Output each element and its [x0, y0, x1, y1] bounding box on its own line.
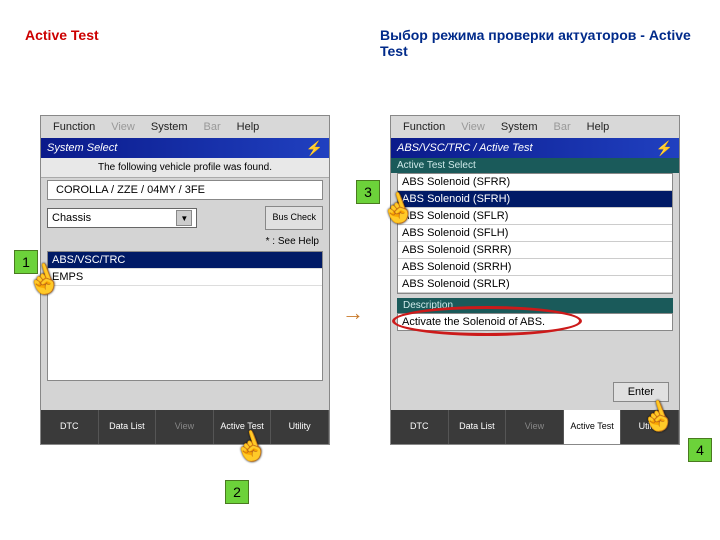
- menu-view: View: [103, 121, 143, 133]
- menu-function[interactable]: Function: [45, 121, 103, 133]
- active-test-select-header: Active Test Select: [391, 158, 679, 173]
- list-item[interactable]: ABS Solenoid (SRRH): [398, 259, 672, 276]
- help-note: * : See Help: [41, 234, 329, 249]
- titlebar-right: ABS/VSC/TRC / Active Test ⚡: [391, 138, 679, 158]
- chevron-down-icon[interactable]: ▼: [176, 210, 192, 226]
- datalist-button[interactable]: Data List: [449, 410, 507, 444]
- description-text: Activate the Solenoid of ABS.: [402, 316, 545, 328]
- menubar: Function View System Bar Help: [41, 116, 329, 138]
- menu-help[interactable]: Help: [229, 121, 268, 133]
- callout-3: 3: [356, 180, 380, 204]
- menu-help[interactable]: Help: [579, 121, 618, 133]
- bolt-icon: ⚡: [656, 140, 673, 157]
- activetest-button[interactable]: Active Test: [564, 410, 622, 444]
- activetest-button[interactable]: Active Test: [214, 410, 272, 444]
- utility-button[interactable]: Utility: [271, 410, 329, 444]
- bus-check-button[interactable]: Bus Check: [265, 206, 323, 230]
- bolt-icon: ⚡: [306, 140, 323, 157]
- menubar: Function View System Bar Help: [391, 116, 679, 138]
- vehicle-profile: COROLLA / ZZE / 04MY / 3FE: [47, 180, 323, 200]
- datalist-button[interactable]: Data List: [99, 410, 157, 444]
- utility-button[interactable]: Utility: [621, 410, 679, 444]
- list-item[interactable]: ABS Solenoid (SRRR): [398, 242, 672, 259]
- title-right: Выбор режима проверки актуаторов - Activ…: [380, 27, 720, 59]
- titlebar-text: System Select: [47, 142, 117, 154]
- enter-button[interactable]: Enter: [613, 382, 669, 402]
- system-combo[interactable]: Chassis ▼: [47, 208, 197, 228]
- active-test-list[interactable]: ABS Solenoid (SFRR) ABS Solenoid (SFRH) …: [397, 173, 673, 294]
- dtc-button[interactable]: DTC: [41, 410, 99, 444]
- list-item[interactable]: ABS Solenoid (SFRH): [398, 191, 672, 208]
- titlebar-text: ABS/VSC/TRC / Active Test: [397, 142, 533, 154]
- list-item[interactable]: ABS Solenoid (SFLH): [398, 225, 672, 242]
- menu-view: View: [453, 121, 493, 133]
- right-device: Function View System Bar Help ABS/VSC/TR…: [390, 115, 680, 445]
- view-button: View: [156, 410, 214, 444]
- arrow-icon: →: [342, 300, 364, 326]
- menu-bar: Bar: [196, 121, 229, 133]
- list-item[interactable]: EMPS: [48, 269, 322, 286]
- description-header: Description: [397, 298, 673, 313]
- title-left: Active Test: [25, 27, 99, 43]
- callout-4: 4: [688, 438, 712, 462]
- dtc-button[interactable]: DTC: [391, 410, 449, 444]
- subtitle: The following vehicle profile was found.: [41, 158, 329, 178]
- left-device: Function View System Bar Help System Sel…: [40, 115, 330, 445]
- list-item[interactable]: ABS Solenoid (SFLR): [398, 208, 672, 225]
- combo-value: Chassis: [52, 212, 91, 224]
- list-item[interactable]: ABS Solenoid (SRLR): [398, 276, 672, 293]
- list-item[interactable]: ABS/VSC/TRC: [48, 252, 322, 269]
- menu-bar: Bar: [546, 121, 579, 133]
- callout-2: 2: [225, 480, 249, 504]
- bottom-bar: DTC Data List View Active Test Utility: [41, 410, 329, 444]
- list-item[interactable]: ABS Solenoid (SFRR): [398, 174, 672, 191]
- description-box: Activate the Solenoid of ABS.: [397, 313, 673, 331]
- callout-1: 1: [14, 250, 38, 274]
- menu-system[interactable]: System: [143, 121, 196, 133]
- titlebar-left: System Select ⚡: [41, 138, 329, 158]
- view-button: View: [506, 410, 564, 444]
- menu-function[interactable]: Function: [395, 121, 453, 133]
- system-list[interactable]: ABS/VSC/TRC EMPS: [47, 251, 323, 381]
- menu-system[interactable]: System: [493, 121, 546, 133]
- bottom-bar: DTC Data List View Active Test Utility: [391, 410, 679, 444]
